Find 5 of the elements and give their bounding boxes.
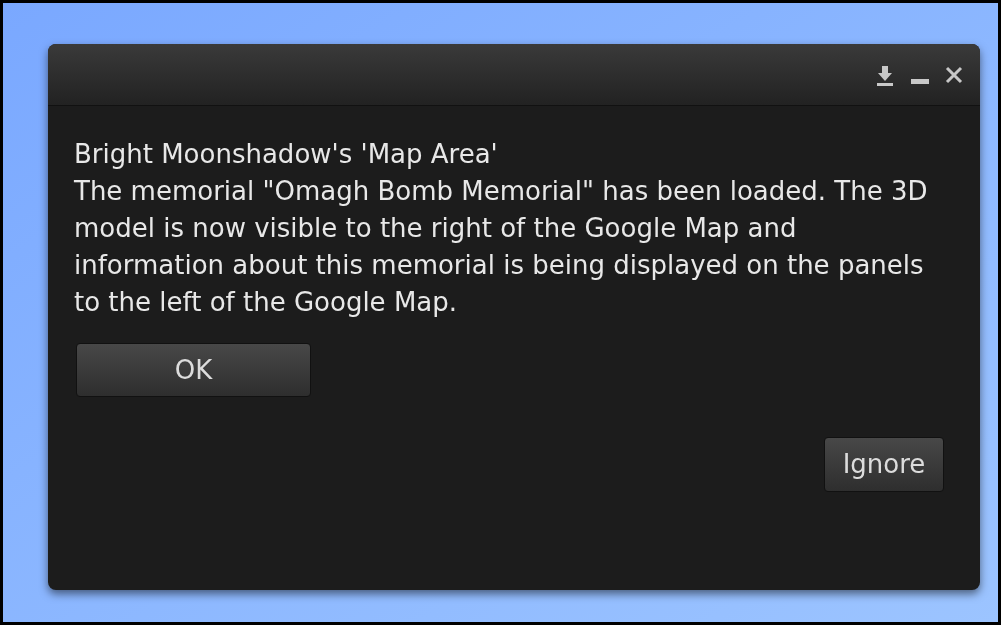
ignore-button[interactable]: Ignore xyxy=(824,437,944,492)
ok-button[interactable]: OK xyxy=(76,343,311,397)
dialog-message: The memorial "Omagh Bomb Memorial" has been loaded. The 3D model is now visible to the right of the Google Map and information about this memorial is being displayed on the panels to the left of the Google Map. xyxy=(74,175,929,319)
dialog-heading: Bright Moonshadow's 'Map Area' xyxy=(74,138,499,171)
download-icon[interactable] xyxy=(874,63,896,86)
